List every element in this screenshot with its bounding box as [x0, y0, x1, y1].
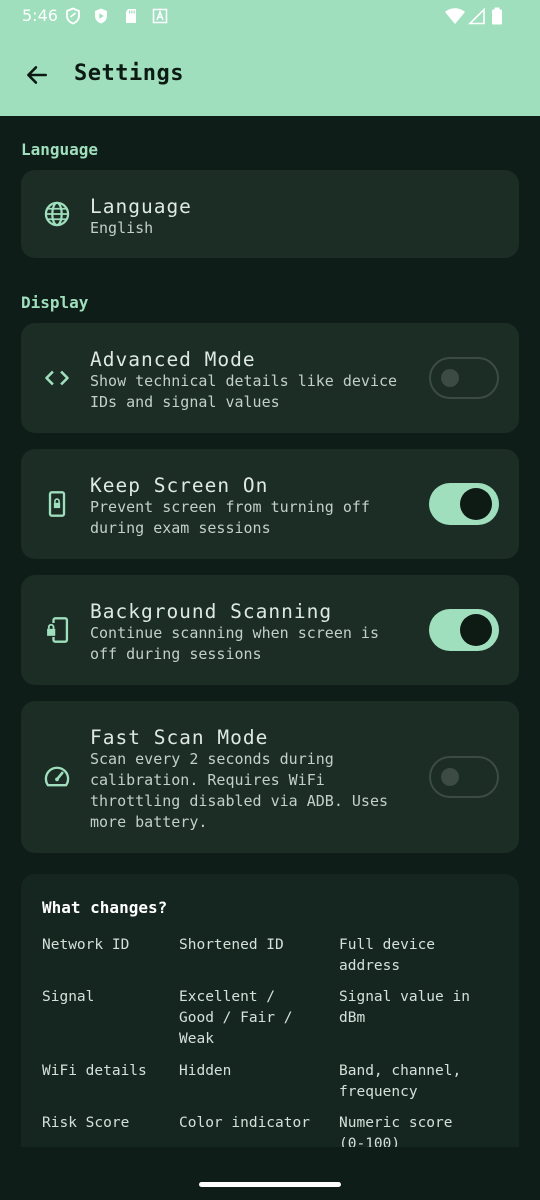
background-scanning-toggle[interactable] [429, 609, 499, 651]
language-title: Language [90, 195, 192, 218]
speedometer-icon [43, 763, 71, 791]
fast-scan-mode-subtitle: Scan every 2 seconds during calibration.… [90, 750, 389, 831]
row-advanced-value: Signal value in dBm [339, 989, 470, 1026]
text-a-icon [151, 7, 169, 25]
play-protect-icon [92, 7, 110, 25]
row-simple-value: Shortened ID [179, 937, 284, 953]
section-header-display: Display [21, 293, 89, 312]
fast-scan-mode-item[interactable]: Fast Scan Mode Scan every 2 seconds duri… [21, 701, 519, 853]
status-time: 5:46 [22, 6, 58, 25]
keep-screen-on-item[interactable]: Keep Screen On Prevent screen from turni… [21, 449, 519, 559]
advanced-mode-subtitle: Show technical details like device IDs a… [90, 372, 398, 411]
section-header-language: Language [21, 140, 99, 159]
fast-scan-mode-title: Fast Scan Mode [90, 726, 269, 749]
app-bar: Settings [0, 40, 540, 110]
advanced-mode-title: Advanced Mode [90, 348, 256, 371]
status-bar: 5:46 [0, 0, 540, 32]
globe-icon [43, 200, 71, 228]
phone-background-lock-icon [43, 616, 71, 644]
back-button[interactable] [18, 56, 56, 94]
background-scanning-title: Background Scanning [90, 600, 333, 623]
sd-card-icon [122, 7, 140, 25]
what-changes-card: What changes? Network ID Shortened ID Fu… [21, 874, 519, 1147]
advanced-mode-toggle[interactable] [429, 357, 499, 399]
row-label: Risk Score [42, 1115, 130, 1131]
language-setting-item[interactable]: Language English [21, 170, 519, 258]
row-advanced-value: Band, channel, frequency [339, 1063, 462, 1100]
background-scanning-item[interactable]: Background Scanning Continue scanning wh… [21, 575, 519, 685]
row-simple-value: Excellent / Good / Fair / Weak [179, 989, 293, 1047]
code-icon [43, 364, 71, 392]
battery-icon [490, 7, 504, 25]
signal-icon [468, 7, 486, 25]
row-simple-value: Color indicator [179, 1115, 310, 1131]
row-advanced-value: Full device address [339, 937, 436, 974]
row-label: Signal [42, 989, 95, 1005]
fast-scan-mode-toggle[interactable] [429, 756, 499, 798]
keep-screen-on-subtitle: Prevent screen from turning off during e… [90, 498, 370, 537]
keep-screen-on-toggle[interactable] [429, 483, 499, 525]
page-title: Settings [74, 61, 184, 86]
wifi-icon [444, 7, 466, 25]
advanced-mode-item[interactable]: Advanced Mode Show technical details lik… [21, 323, 519, 433]
keep-screen-on-title: Keep Screen On [90, 474, 269, 497]
phone-lock-icon [43, 490, 71, 518]
language-value: English [90, 219, 154, 237]
what-changes-title: What changes? [42, 898, 168, 917]
row-advanced-value: Numeric score (0-100) [339, 1115, 453, 1147]
row-label: WiFi details [42, 1063, 147, 1079]
gesture-nav-handle[interactable] [199, 1182, 341, 1187]
shield-icon [64, 7, 82, 25]
arrow-back-icon [27, 66, 47, 84]
row-simple-value: Hidden [179, 1063, 232, 1079]
row-label: Network ID [42, 937, 130, 953]
background-scanning-subtitle: Continue scanning when screen is off dur… [90, 624, 379, 663]
